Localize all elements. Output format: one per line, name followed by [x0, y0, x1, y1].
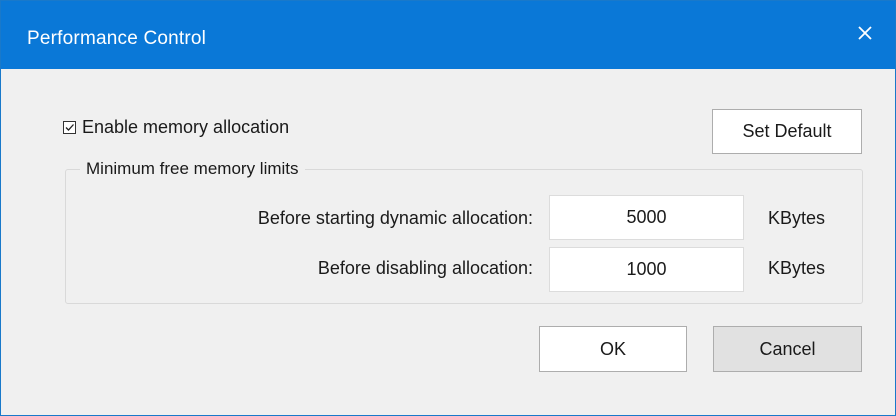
title-bar[interactable]: Performance Control — [1, 1, 895, 69]
group-title: Minimum free memory limits — [80, 158, 305, 180]
set-default-button[interactable]: Set Default — [712, 109, 862, 154]
starting-dynamic-allocation-label: Before starting dynamic allocation: — [257, 208, 533, 228]
disabling-allocation-unit: KBytes — [768, 258, 826, 278]
checkbox[interactable] — [63, 120, 76, 134]
ok-button[interactable]: OK — [539, 326, 687, 372]
window-title: Performance Control — [27, 28, 207, 49]
dialog-body: Enable memory allocation Set Default Min… — [1, 69, 895, 415]
disabling-allocation-input[interactable] — [549, 247, 744, 292]
disabling-allocation-label: Before disabling allocation: — [317, 258, 533, 278]
enable-memory-allocation-label: Enable memory allocation — [82, 116, 290, 137]
starting-dynamic-allocation-input[interactable] — [549, 195, 744, 240]
close-button[interactable] — [835, 1, 895, 65]
cancel-button[interactable]: Cancel — [713, 326, 862, 372]
starting-dynamic-allocation-unit: KBytes — [768, 208, 826, 228]
performance-control-dialog: Performance Control Enable memory alloca… — [0, 0, 896, 416]
checkmark-icon — [65, 123, 74, 131]
close-icon — [858, 26, 872, 40]
enable-memory-allocation-checkbox[interactable]: Enable memory allocation — [63, 116, 289, 138]
